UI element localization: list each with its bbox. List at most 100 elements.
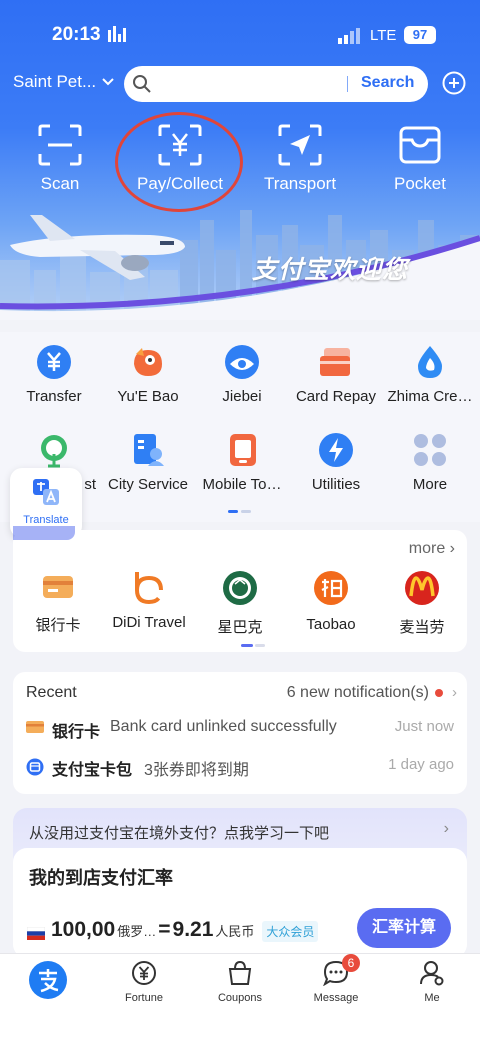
forest-icon: [41, 435, 67, 468]
grid-label: Jiebei: [222, 388, 262, 405]
notifications-link[interactable]: 6 new notification(s): [287, 684, 429, 702]
grid-item-transfer[interactable]: Transfer: [6, 332, 102, 405]
add-icon[interactable]: [442, 71, 466, 95]
exchange-rate-row: 100,00 俄罗… = 9.21 人民币 大众会员: [27, 918, 319, 948]
tab-coupons[interactable]: Coupons: [192, 960, 288, 1004]
recent-item-title: 银行卡: [52, 724, 101, 741]
currency-from: 俄罗…: [117, 924, 157, 939]
recent-item-card-wallet[interactable]: 支付宝卡包 3张券即将到期 1 day ago: [26, 756, 454, 779]
currency-to: 人民币: [215, 924, 255, 939]
grid-page-indicator: [228, 510, 251, 513]
grid-item-city-service[interactable]: City Service: [100, 420, 196, 493]
exchange-rate-panel: 我的到店支付汇率 100,00 俄罗… = 9.21 人民币 大众会员 汇率计算: [13, 848, 467, 958]
grid-item-yuebao[interactable]: Yu'E Bao: [100, 332, 196, 405]
brands-tag: [13, 526, 75, 540]
status-time: 20:13: [52, 24, 101, 45]
unread-dot: [435, 689, 443, 697]
chevron-right-icon: ›: [449, 540, 455, 557]
recent-header: Recent: [26, 684, 77, 701]
recent-item-desc: 3张券即将到期: [144, 762, 249, 779]
grid-item-more[interactable]: More: [382, 420, 478, 493]
card-repay-icon: [320, 348, 350, 376]
translate-label: Translate: [23, 514, 69, 526]
tab-label: Fortune: [125, 992, 163, 1004]
taobao-icon: [314, 571, 348, 605]
search-divider: [347, 76, 348, 92]
battery-icon: 97: [404, 26, 436, 44]
city-service-icon: [134, 434, 164, 466]
chevron-down-icon: [102, 78, 114, 86]
recent-card: Recent 6 new notification(s) › 银行卡 Bank …: [13, 672, 467, 794]
brand-label: 银行卡: [35, 617, 81, 634]
alipay-home-icon: [29, 961, 67, 999]
rate-calculate-button[interactable]: 汇率计算: [357, 908, 451, 948]
grid-item-jiebei[interactable]: Jiebei: [194, 332, 290, 405]
amount-from: 100,00: [51, 918, 116, 941]
grid-item-zhima-credit[interactable]: Zhima Cre…: [382, 332, 478, 405]
transport-button[interactable]: Transport: [240, 118, 360, 194]
didi-icon: [135, 572, 163, 604]
more-label: more: [408, 540, 446, 557]
tab-me[interactable]: Me: [384, 960, 480, 1004]
brand-item-didi[interactable]: DiDi Travel: [104, 570, 194, 631]
brand-item-starbucks[interactable]: 星巴克: [195, 570, 285, 637]
utilities-icon: [319, 433, 353, 467]
grid-label: Utilities: [311, 476, 361, 493]
app-activity-icon: [108, 26, 126, 42]
search-button[interactable]: Search: [361, 74, 414, 92]
grid-item-mobile-topup[interactable]: Mobile To…: [194, 420, 290, 493]
tab-message[interactable]: Message: [288, 960, 384, 1004]
grid-label: Zhima Cre…: [387, 388, 473, 405]
bank-card-icon: [43, 576, 73, 598]
bank-card-icon: [26, 721, 44, 733]
brand-item-mcdonalds[interactable]: 麦当劳: [377, 570, 467, 637]
pocket-button[interactable]: Pocket: [360, 118, 480, 194]
brands-more-link[interactable]: more ›: [409, 540, 455, 558]
network-label: LTE: [370, 27, 397, 44]
message-badge: 6: [342, 954, 360, 972]
cell-signal-icon: [338, 28, 360, 44]
tab-home[interactable]: [0, 960, 96, 1006]
starbucks-icon: [223, 571, 257, 605]
brand-item-taobao[interactable]: Taobao: [286, 570, 376, 633]
brand-label: 麦当劳: [399, 619, 445, 636]
exchange-rate-title: 我的到店支付汇率: [29, 868, 173, 888]
overseas-payment-card: 从没用过支付宝在境外支付？点我学习一下吧 › 我的到店支付汇率 100,00 俄…: [13, 808, 467, 958]
banner-welcome-text: 支付宝欢迎您: [252, 256, 409, 284]
tab-label: Message: [313, 992, 359, 1004]
brand-item-bank-card[interactable]: 银行卡: [13, 570, 103, 635]
brand-label: DiDi Travel: [112, 614, 186, 631]
grid-item-card-repay[interactable]: Card Repay: [288, 332, 384, 405]
fortune-icon: [132, 961, 156, 985]
recent-item-title: 支付宝卡包: [52, 762, 133, 779]
transport-label: Transport: [263, 174, 337, 193]
jiebei-icon: [225, 345, 259, 379]
brands-page-indicator: [241, 644, 265, 647]
scan-icon: [38, 124, 82, 166]
search-bar[interactable]: Search: [124, 66, 428, 102]
transfer-icon: [37, 345, 71, 379]
mcdonalds-icon: [405, 571, 439, 605]
transport-arrow-icon: [278, 124, 322, 166]
grid-label: Card Repay: [295, 388, 377, 405]
city-selector[interactable]: Saint Pet...: [13, 72, 114, 92]
amount-to: 9.21: [172, 918, 214, 941]
me-icon: [420, 961, 444, 986]
chevron-right-icon: ›: [443, 820, 449, 837]
recent-item-bank-card[interactable]: 银行卡 Bank card unlinked successfully Just…: [26, 718, 454, 741]
grid-item-utilities[interactable]: Utilities: [288, 420, 384, 493]
equals-sign: =: [158, 918, 171, 941]
member-badge: 大众会员: [262, 921, 319, 942]
translate-icon: [33, 479, 59, 505]
city-label: Saint Pet...: [13, 72, 97, 91]
tab-label: Coupons: [217, 992, 263, 1004]
highlight-circle: [115, 112, 243, 212]
grid-label: Transfer: [26, 388, 82, 405]
overseas-payment-tip[interactable]: 从没用过支付宝在境外支付？点我学习一下吧: [29, 822, 329, 843]
zhima-credit-icon: [418, 346, 442, 378]
more-grid-icon: [414, 434, 446, 466]
grid-label: Mobile To…: [202, 476, 282, 493]
tab-fortune[interactable]: Fortune: [96, 960, 192, 1004]
chevron-right-icon: ›: [452, 684, 457, 701]
scan-button[interactable]: Scan: [0, 118, 120, 194]
